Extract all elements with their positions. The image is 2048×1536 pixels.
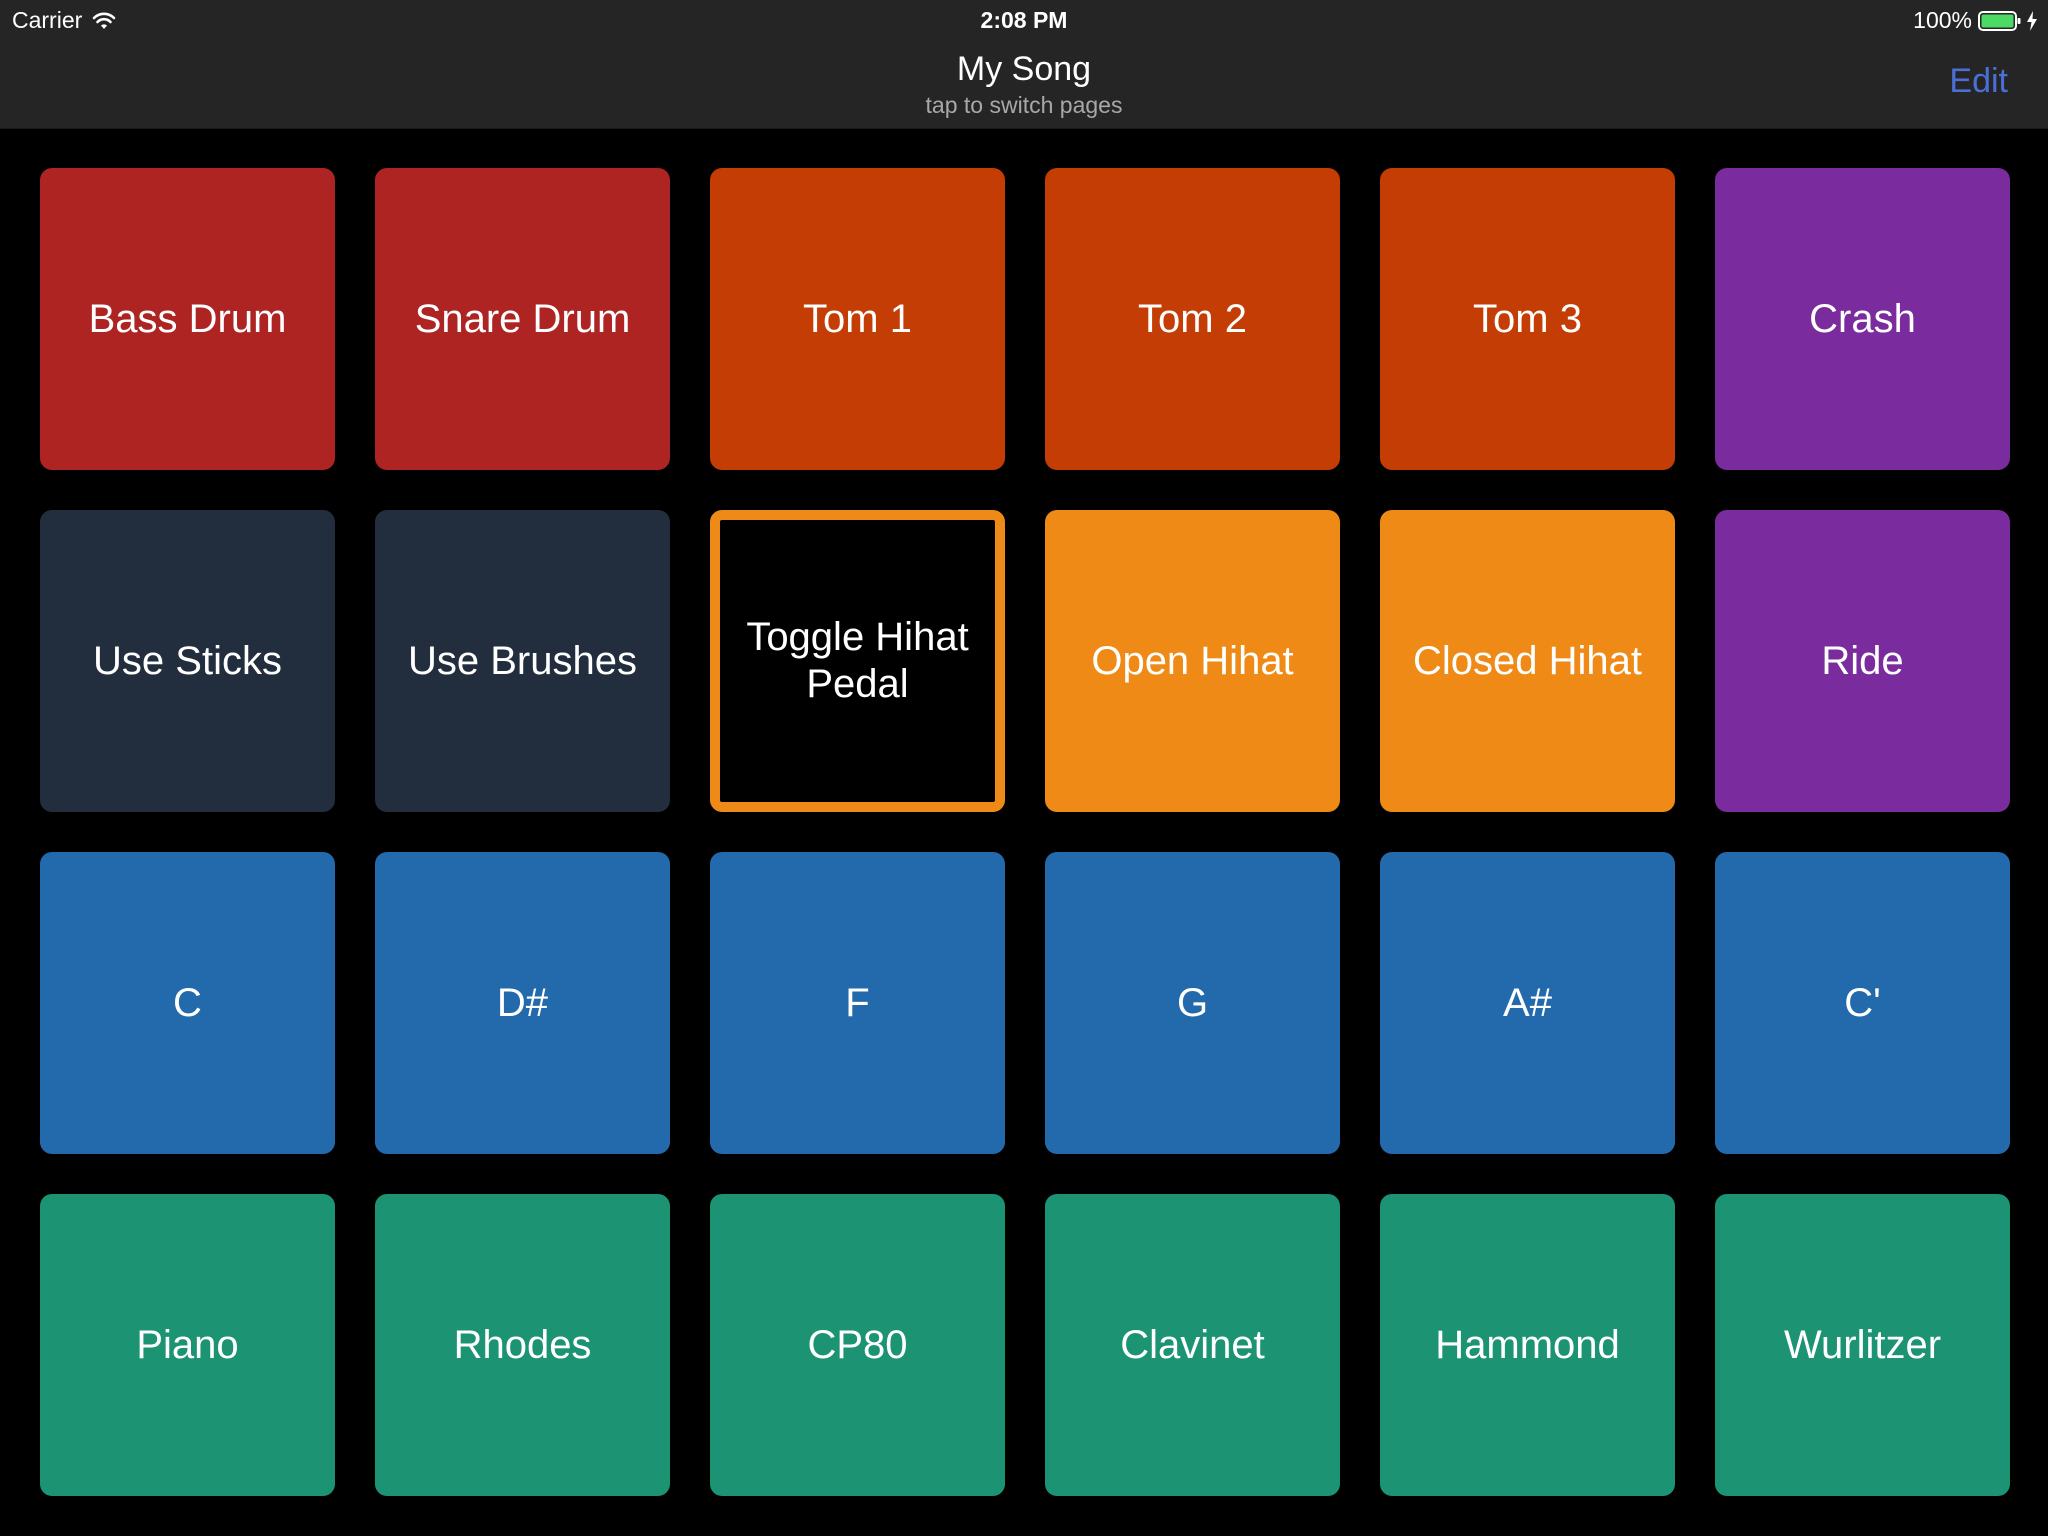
pad-button[interactable]: Tom 2 bbox=[1045, 168, 1340, 470]
page-switcher[interactable]: My Song tap to switch pages bbox=[0, 46, 2048, 118]
pad-label: Wurlitzer bbox=[1783, 1322, 1942, 1367]
pad-button[interactable]: Use Brushes bbox=[375, 510, 670, 812]
pad-button[interactable]: Toggle Hihat Pedal bbox=[710, 510, 1005, 812]
pad-button[interactable]: Rhodes bbox=[375, 1194, 670, 1496]
battery-icon bbox=[1978, 10, 2021, 31]
charging-bolt-icon bbox=[2027, 10, 2037, 31]
pad-label: Snare Drum bbox=[414, 296, 631, 341]
edit-button[interactable]: Edit bbox=[1949, 62, 2008, 101]
pad-button[interactable]: Clavinet bbox=[1045, 1194, 1340, 1496]
pad-label: F bbox=[845, 980, 870, 1025]
status-time: 2:08 PM bbox=[980, 7, 1068, 33]
pad-label: Ride bbox=[1821, 638, 1904, 683]
pad-button[interactable]: D# bbox=[375, 852, 670, 1154]
status-right: 100% bbox=[1913, 7, 2038, 34]
pad-label: Tom 3 bbox=[1473, 296, 1582, 341]
pad-button[interactable]: C bbox=[40, 852, 335, 1154]
pad-label: Toggle Hihat Pedal bbox=[746, 615, 969, 706]
pad-button[interactable]: Bass Drum bbox=[40, 168, 335, 470]
pad-button[interactable]: A# bbox=[1380, 852, 1675, 1154]
nav-bar: My Song tap to switch pages Edit bbox=[0, 40, 2048, 129]
pad-button[interactable]: Crash bbox=[1715, 168, 2010, 470]
pad-button[interactable]: Closed Hihat bbox=[1380, 510, 1675, 812]
pad-button[interactable]: C' bbox=[1715, 852, 2010, 1154]
pad-label: C bbox=[173, 980, 202, 1025]
pad-button[interactable]: Piano bbox=[40, 1194, 335, 1496]
pad-label: Use Sticks bbox=[93, 638, 282, 683]
pad-label: Closed Hihat bbox=[1412, 638, 1642, 683]
pad-button[interactable]: Hammond bbox=[1380, 1194, 1675, 1496]
pad-label: Clavinet bbox=[1120, 1322, 1265, 1367]
battery-percent: 100% bbox=[1913, 7, 1972, 33]
pad-grid: Bass Drum Snare Drum Tom 1 Tom 2 Tom 3 Crash U… bbox=[40, 168, 2010, 1496]
pad-label: C' bbox=[1844, 980, 1881, 1025]
pad-button[interactable]: F bbox=[710, 852, 1005, 1154]
pad-button[interactable]: Wurlitzer bbox=[1715, 1194, 2010, 1496]
pad-button[interactable]: CP80 bbox=[710, 1194, 1005, 1496]
status-bar: Carrier 2:08 PM 100% bbox=[0, 0, 2048, 40]
pad-label: Tom 1 bbox=[803, 296, 912, 341]
pad-label: Rhodes bbox=[453, 1322, 592, 1367]
pad-label: D# bbox=[496, 980, 549, 1025]
pad-label: Use Brushes bbox=[408, 638, 637, 683]
pad-label: G bbox=[1176, 980, 1209, 1025]
pad-label: Open Hihat bbox=[1091, 638, 1294, 683]
pad-button[interactable]: Open Hihat bbox=[1045, 510, 1340, 812]
pad-button[interactable]: Tom 1 bbox=[710, 168, 1005, 470]
pad-button[interactable]: Snare Drum bbox=[375, 168, 670, 470]
pad-label: CP80 bbox=[807, 1322, 908, 1367]
pad-label: Hammond bbox=[1435, 1322, 1620, 1367]
song-title: My Song bbox=[956, 50, 1092, 88]
pad-label: A# bbox=[1503, 980, 1552, 1025]
pad-button[interactable]: Ride bbox=[1715, 510, 2010, 812]
pad-label: Bass Drum bbox=[88, 296, 287, 341]
pad-button[interactable]: Use Sticks bbox=[40, 510, 335, 812]
pad-label: Crash bbox=[1809, 296, 1916, 341]
page-switch-hint: tap to switch pages bbox=[925, 92, 1123, 118]
pad-label: Tom 2 bbox=[1138, 296, 1247, 341]
pad-label: Piano bbox=[136, 1322, 239, 1367]
pad-button[interactable]: Tom 3 bbox=[1380, 168, 1675, 470]
pad-button[interactable]: G bbox=[1045, 852, 1340, 1154]
